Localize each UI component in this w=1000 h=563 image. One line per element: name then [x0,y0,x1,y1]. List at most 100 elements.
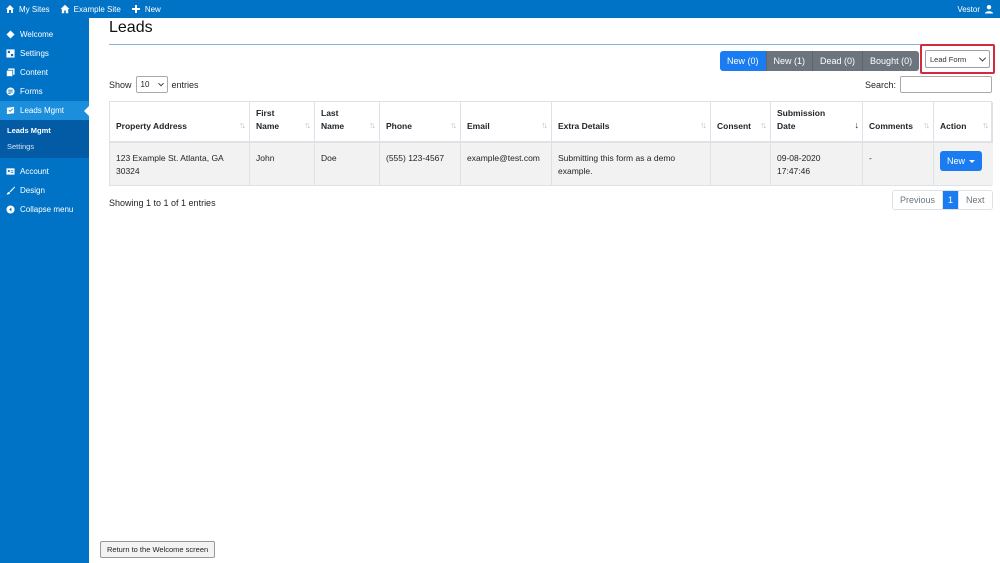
header-label: Email [467,121,490,131]
sidebar-item-forms[interactable]: Forms [0,82,89,101]
sidebar-item-content[interactable]: Content [0,63,89,82]
id-card-icon [6,168,15,175]
header-label: Last Name [321,108,345,131]
sidebar-item-settings[interactable]: Settings [0,44,89,63]
cell-submission-date: 09-08-2020 17:47:46 [771,143,863,185]
column-header-phone[interactable]: Phone ↑↓ [380,102,461,143]
cell-first-name: John [250,143,315,185]
pagination-next[interactable]: Next [959,191,992,209]
collapse-icon [6,205,15,214]
header-label: Property Address [116,121,188,131]
submenu-item-leads-mgmt[interactable]: Leads Mgmt [0,123,89,139]
leads-submenu: Leads Mgmt Settings [0,120,89,158]
chevron-down-icon [157,80,164,86]
user-account-link[interactable]: Vestor [952,0,1000,18]
sidebar-item-label: Content [20,68,49,77]
sort-icon: ↑↓ [982,120,989,130]
sidebar-item-label: Design [20,186,45,195]
sort-icon: ↑↓ [450,120,457,130]
table-info: Showing 1 to 1 of 1 entries [109,198,216,208]
cell-phone: (555) 123-4567 [380,143,461,185]
lead-action-button[interactable]: New [940,151,983,171]
cell-consent [711,143,771,185]
sidebar-item-collapse-menu[interactable]: Collapse menu [0,200,89,219]
status-tab-new-0[interactable]: New (0) [720,51,767,71]
admin-sidebar: Welcome Settings Content Forms Leads Mgm… [0,18,89,563]
sidebar-item-label: Collapse menu [20,205,74,214]
search-input[interactable] [900,76,993,93]
site-name-label: Example Site [73,4,121,14]
leads-table: Property Address ↑↓ First Name ↑↓ Last Nam… [109,101,993,186]
home-icon [60,4,70,14]
page-title: Leads [109,19,153,36]
sort-icon: ↑↓ [923,120,930,130]
column-header-action[interactable]: Action ↑↓ [934,102,993,143]
status-tab-bought[interactable]: Bought (0) [863,51,920,71]
form-select-highlight: Lead Form [920,44,995,74]
my-sites-label: My Sites [19,4,50,14]
form-select-dropdown[interactable]: Lead Form [925,50,990,68]
caret-down-icon [969,159,976,163]
sort-icon: ↑↓ [760,120,767,130]
new-content-label: New [144,4,161,14]
header-label: Comments [869,121,913,131]
column-header-last-name[interactable]: Last Name ↑↓ [315,102,380,143]
forms-icon [6,87,15,96]
column-header-extra-details[interactable]: Extra Details ↑↓ [552,102,711,143]
sidebar-item-account[interactable]: Account [0,162,89,181]
sort-icon: ↑↓ [369,120,376,130]
new-content-link[interactable]: New [126,0,166,18]
status-tab-dead[interactable]: Dead (0) [813,51,864,71]
status-tab-new-1[interactable]: New (1) [766,51,814,71]
settings-panel-icon [6,49,15,58]
lead-status-filter: New (0) New (1) Dead (0) Bought (0) [720,51,920,71]
my-sites-link[interactable]: My Sites [0,0,55,18]
title-divider [109,44,991,45]
cell-action: New [934,143,993,185]
entries-length-select[interactable]: 10 [135,76,168,93]
pagination-previous[interactable]: Previous [893,191,944,209]
table-search: Search: [865,76,993,93]
cell-comments: - [863,143,934,185]
sort-icon: ↑↓ [304,120,311,130]
action-button-label: New [947,156,966,166]
header-label: Consent [717,121,751,131]
sidebar-item-design[interactable]: Design [0,181,89,200]
column-header-property-address[interactable]: Property Address ↑↓ [110,102,250,143]
pagination-page-1[interactable]: 1 [943,191,960,209]
cell-last-name: Doe [315,143,380,185]
sidebar-item-welcome[interactable]: Welcome [0,25,89,44]
sidebar-item-label: Welcome [20,30,54,39]
column-header-consent[interactable]: Consent ↑↓ [711,102,771,143]
leads-icon [6,106,15,115]
site-name-link[interactable]: Example Site [55,0,126,18]
cell-extra-details: Submitting this form as a demo example. [552,143,711,185]
cell-property-address: 123 Example St. Atlanta, GA 30324 [110,143,250,185]
header-label: Extra Details [558,121,610,131]
sidebar-item-leads-mgmt[interactable]: Leads Mgmt [0,101,89,120]
form-select-value: Lead Form [930,54,967,64]
header-label: Phone [386,121,412,131]
sort-icon: ↑↓ [541,120,548,130]
entries-length-control: Show 10 entries [109,76,199,93]
column-header-first-name[interactable]: First Name ↑↓ [250,102,315,143]
entries-length-value: 10 [140,80,150,89]
pagination: Previous 1 Next [892,190,993,210]
diamond-icon [6,30,15,39]
chevron-down-icon [978,54,987,62]
show-label: Show [109,79,132,90]
pages-icon [6,68,15,77]
column-header-email[interactable]: Email ↑↓ [461,102,552,143]
my-sites-icon [6,5,14,13]
search-label: Search: [865,79,897,90]
column-header-submission-date[interactable]: Submission Date ↓ [771,102,863,143]
sidebar-item-label: Forms [20,87,43,96]
submenu-item-settings[interactable]: Settings [0,139,89,155]
header-label: First Name [256,108,280,131]
sidebar-item-label: Account [20,167,49,176]
return-welcome-button[interactable]: Return to the Welcome screen [100,541,216,558]
header-label: Action [940,121,967,131]
user-name: Vestor [957,4,980,14]
admin-bar: My Sites Example Site New Vestor [0,0,1000,18]
column-header-comments[interactable]: Comments ↑↓ [863,102,934,143]
